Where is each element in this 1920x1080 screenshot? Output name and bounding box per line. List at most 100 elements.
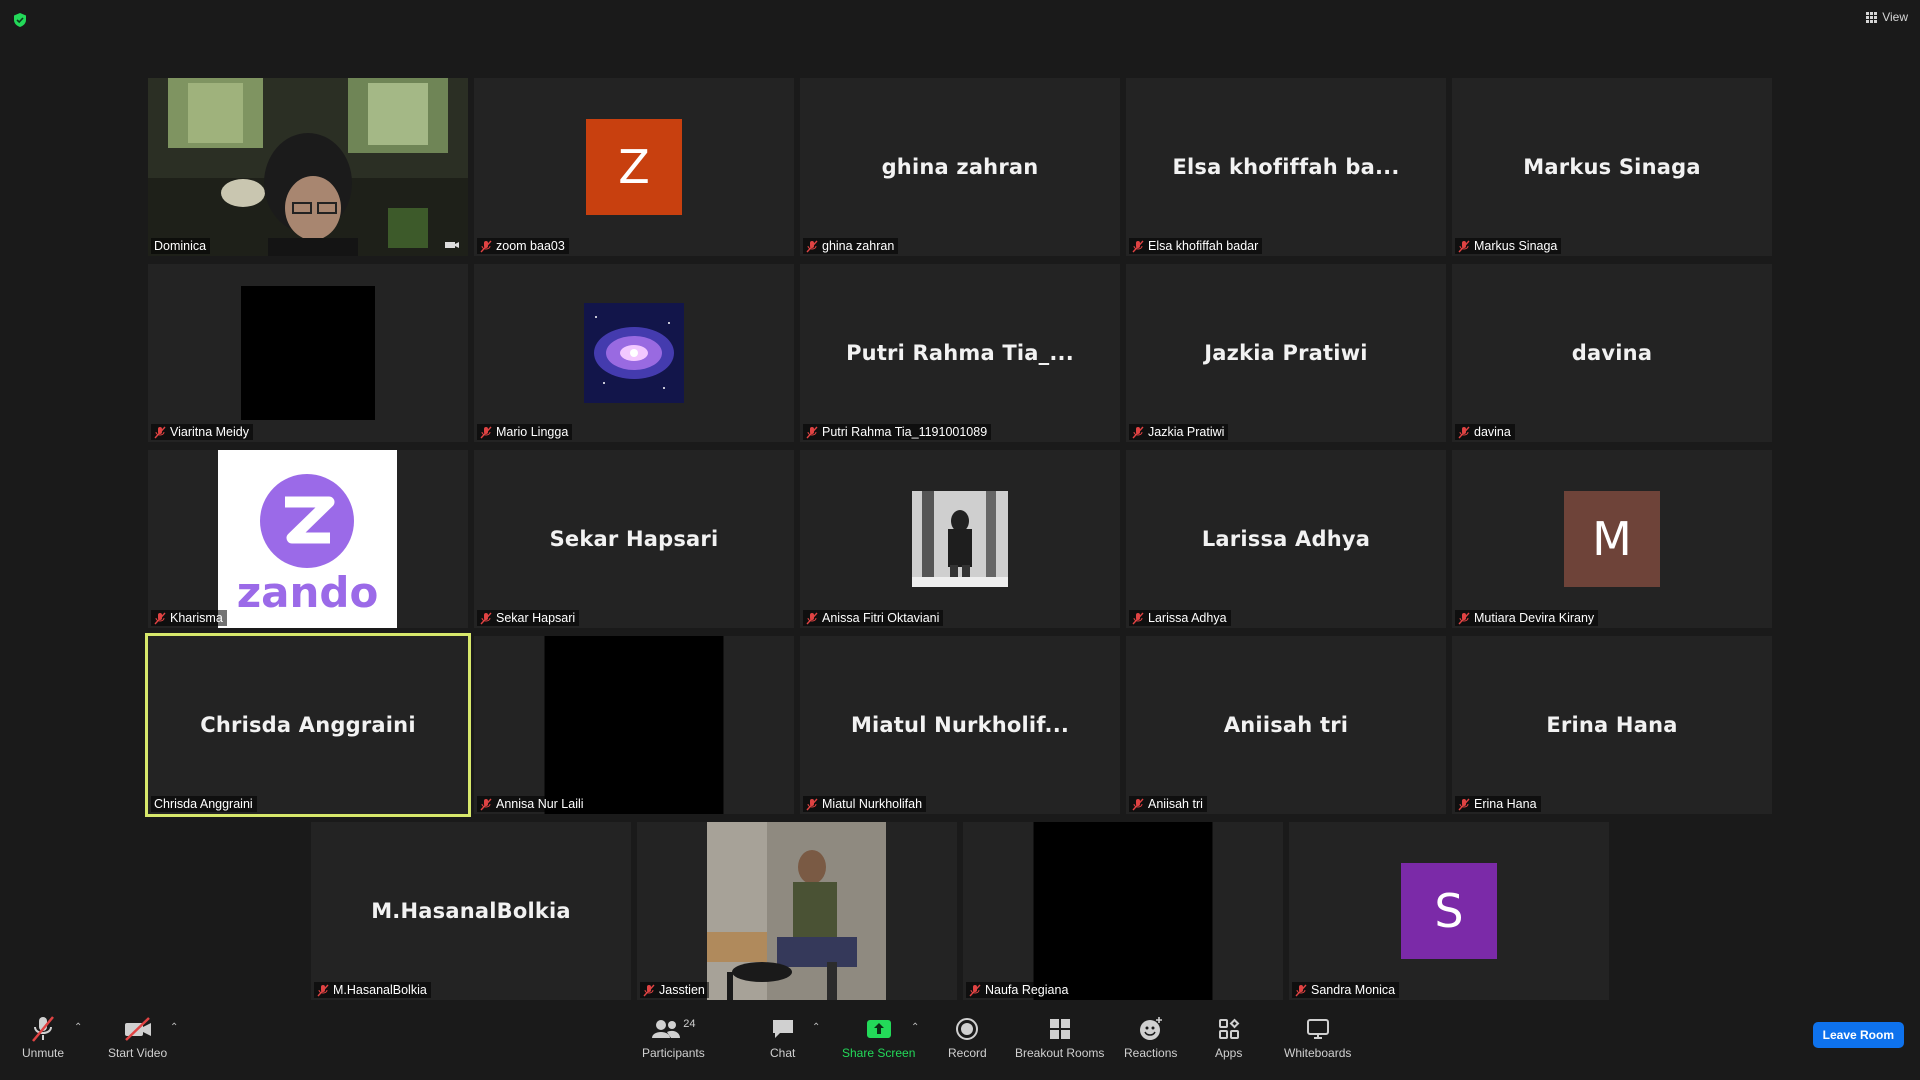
video-quality-icon — [445, 242, 459, 248]
mic-muted-icon — [1132, 426, 1144, 438]
audio-options-caret[interactable]: ⌃ — [74, 1022, 82, 1033]
apps-icon — [1218, 1018, 1240, 1039]
participant-name-label: Sandra Monica — [1292, 982, 1400, 998]
participant-tile[interactable]: davina davina — [1452, 264, 1772, 442]
view-button[interactable]: View — [1866, 10, 1908, 24]
participant-name-label: ghina zahran — [803, 238, 899, 254]
participant-tile[interactable]: Miatul Nurkholif... Miatul Nurkholifah — [800, 636, 1120, 814]
mic-muted-icon — [643, 984, 655, 996]
participant-name-label: Jasstien — [640, 982, 709, 998]
mic-muted-icon — [480, 612, 492, 624]
mic-muted-icon — [154, 426, 166, 438]
participant-name-label: Larissa Adhya — [1129, 610, 1231, 626]
leave-room-button[interactable]: Leave Room — [1812, 1022, 1904, 1048]
breakout-rooms-button[interactable]: Breakout Rooms — [1015, 1014, 1104, 1060]
participant-tile[interactable]: Larissa Adhya Larissa Adhya — [1126, 450, 1446, 628]
participant-name-label: Anissa Fitri Oktaviani — [803, 610, 944, 626]
participant-tile[interactable]: Jasstien — [637, 822, 957, 1000]
mic-muted-icon — [806, 240, 818, 252]
participant-display-name: Larissa Adhya — [1201, 527, 1371, 551]
mic-muted-icon — [1458, 240, 1470, 252]
participant-tile[interactable]: Dominica — [148, 78, 468, 256]
mic-muted-icon — [32, 1016, 54, 1042]
participant-name-label: Mario Lingga — [477, 424, 573, 440]
security-shield-icon[interactable] — [12, 12, 28, 28]
participant-name-label: Aniisah tri — [1129, 796, 1207, 812]
participant-tile[interactable]: zando Kharisma — [148, 450, 468, 628]
mic-muted-icon — [154, 612, 166, 624]
participant-tile[interactable]: Viaritna Meidy — [148, 264, 468, 442]
apps-button[interactable]: Apps — [1215, 1014, 1242, 1060]
meeting-toolbar: Unmute ⌃ Start Video ⌃ 24 Participants C… — [0, 1004, 1920, 1080]
mic-muted-icon — [806, 612, 818, 624]
chat-options-caret[interactable]: ⌃ — [812, 1022, 820, 1033]
participant-name-label: Chrisda Anggraini — [151, 796, 257, 812]
mic-muted-icon — [480, 240, 492, 252]
mic-muted-icon — [1132, 798, 1144, 810]
participant-tile[interactable]: Annisa Nur Laili — [474, 636, 794, 814]
video-options-caret[interactable]: ⌃ — [170, 1022, 178, 1033]
mic-muted-icon — [1458, 426, 1470, 438]
participant-display-name: Sekar Hapsari — [549, 527, 719, 551]
participant-tile[interactable]: Sekar Hapsari Sekar Hapsari — [474, 450, 794, 628]
start-video-button[interactable]: Start Video — [108, 1014, 167, 1060]
zando-logo-text: zando — [236, 568, 379, 617]
participant-name-label: Kharisma — [151, 610, 227, 626]
participant-name-label: Annisa Nur Laili — [477, 796, 588, 812]
participant-tile[interactable]: M.HasanalBolkia M.HasanalBolkia — [311, 822, 631, 1000]
mic-muted-icon — [1458, 612, 1470, 624]
participant-tile[interactable]: Putri Rahma Tia_... Putri Rahma Tia_1191… — [800, 264, 1120, 442]
participant-name-label: Jazkia Pratiwi — [1129, 424, 1229, 440]
galaxy-profile-picture — [584, 303, 684, 403]
participant-name-label: Erina Hana — [1455, 796, 1541, 812]
participant-name-label: Mutiara Devira Kirany — [1455, 610, 1599, 626]
record-button[interactable]: Record — [948, 1014, 987, 1060]
participant-display-name: Elsa khofiffah ba... — [1172, 155, 1400, 179]
chat-button[interactable]: Chat — [770, 1014, 795, 1060]
participant-tile[interactable]: Jazkia Pratiwi Jazkia Pratiwi — [1126, 264, 1446, 442]
whiteboards-button[interactable]: Whiteboards — [1284, 1014, 1351, 1060]
participant-tile[interactable]: M Mutiara Devira Kirany — [1452, 450, 1772, 628]
participant-display-name: Chrisda Anggraini — [200, 713, 416, 737]
profile-picture — [707, 822, 886, 1000]
participant-name-label: Viaritna Meidy — [151, 424, 253, 440]
share-options-caret[interactable]: ⌃ — [911, 1022, 919, 1033]
reactions-button[interactable]: Reactions — [1124, 1014, 1177, 1060]
participant-name-label: Dominica — [151, 238, 211, 254]
share-screen-button[interactable]: Share Screen — [842, 1014, 915, 1060]
participant-name-label: Sekar Hapsari — [477, 610, 580, 626]
profile-picture — [241, 286, 375, 420]
profile-picture — [1033, 822, 1213, 1000]
participant-display-name: Erina Hana — [1546, 713, 1678, 737]
participant-tile-active-speaker[interactable]: Chrisda Anggraini Chrisda Anggraini — [145, 633, 471, 817]
mic-muted-icon — [806, 426, 818, 438]
participants-button[interactable]: 24 Participants — [642, 1014, 705, 1060]
avatar: Z — [586, 119, 682, 215]
view-label: View — [1882, 10, 1908, 24]
participant-name-label: Markus Sinaga — [1455, 238, 1562, 254]
participant-tile[interactable]: Anissa Fitri Oktaviani — [800, 450, 1120, 628]
mic-muted-icon — [806, 798, 818, 810]
participant-name-label: davina — [1455, 424, 1515, 440]
unmute-button[interactable]: Unmute — [22, 1014, 64, 1060]
participant-display-name: Putri Rahma Tia_... — [846, 341, 1074, 365]
participant-tile[interactable]: Aniisah tri Aniisah tri — [1126, 636, 1446, 814]
participant-tile[interactable]: Mario Lingga — [474, 264, 794, 442]
mic-muted-icon — [1458, 798, 1470, 810]
participant-tile[interactable]: ghina zahran ghina zahran — [800, 78, 1120, 256]
participant-tile[interactable]: S Sandra Monica — [1289, 822, 1609, 1000]
participant-display-name: Jazkia Pratiwi — [1204, 341, 1368, 365]
participant-tile[interactable]: Naufa Regiana — [963, 822, 1283, 1000]
participant-tile[interactable]: Z zoom baa03 — [474, 78, 794, 256]
participant-tile[interactable]: Markus Sinaga Markus Sinaga — [1452, 78, 1772, 256]
zando-logo-icon — [260, 474, 354, 568]
profile-picture — [912, 491, 1008, 587]
mic-muted-icon — [480, 426, 492, 438]
mic-muted-icon — [317, 984, 329, 996]
participants-count: 24 — [683, 1018, 696, 1030]
participant-tile[interactable]: Erina Hana Erina Hana — [1452, 636, 1772, 814]
participant-display-name: Markus Sinaga — [1523, 155, 1701, 179]
participant-tile[interactable]: Elsa khofiffah ba... Elsa khofiffah bada… — [1126, 78, 1446, 256]
participant-display-name: davina — [1571, 341, 1653, 365]
participant-display-name: Miatul Nurkholif... — [850, 713, 1070, 737]
